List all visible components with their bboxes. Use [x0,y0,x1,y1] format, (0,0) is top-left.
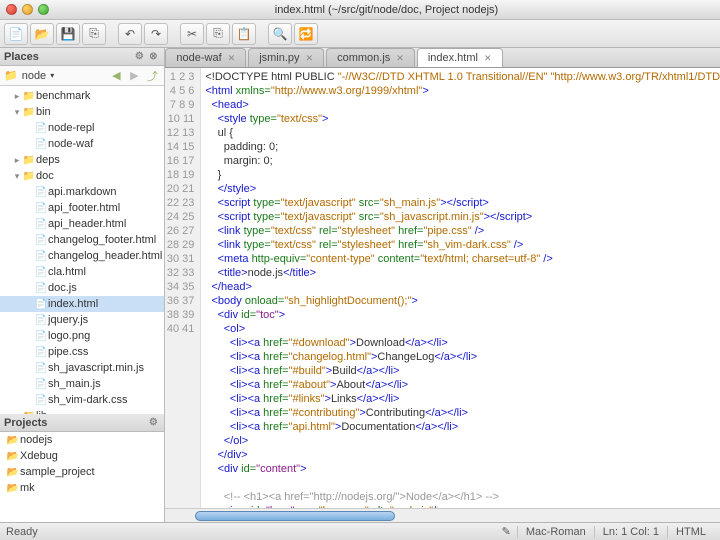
tree-item[interactable]: sh_javascript.min.js [0,360,164,376]
file-tree[interactable]: ▸benchmark▾binnode-replnode-waf▸deps▾doc… [0,86,164,414]
project-item[interactable]: Xdebug [0,448,164,464]
titlebar: index.html (~/src/git/node/doc, Project … [0,0,720,20]
projects-header: Projects ⚙ [0,414,164,432]
close-icon[interactable] [6,4,17,15]
editor: node-waf✕jsmin.py✕common.js✕index.html✕ … [165,48,720,522]
tree-item[interactable]: node-waf [0,136,164,152]
nav-fwd-icon[interactable]: ▶ [126,69,142,82]
editor-tab[interactable]: index.html✕ [417,48,503,67]
editor-tab[interactable]: common.js✕ [326,48,415,67]
editor-tab[interactable]: node-waf✕ [165,48,246,67]
redo-button[interactable]: ↷ [144,23,168,45]
sidebar: Places ⚙ ⊗ 📁 node ▾ ◀ ▶ ⤴ ▸benchmark▾bin… [0,48,165,522]
tree-item[interactable]: changelog_footer.html [0,232,164,248]
toolbar: 📄 📂 💾 ⎘ ↶ ↷ ✂ ⎘ 📋 🔍 🔁 [0,20,720,48]
save-button[interactable]: 💾 [56,23,80,45]
status-lang[interactable]: HTML [667,526,714,538]
projects-list[interactable]: nodejsXdebugsample_projectmk [0,432,164,522]
nav-back-icon[interactable]: ◀ [108,69,124,82]
code-area: 1 2 3 4 5 6 7 8 9 10 11 12 13 14 15 16 1… [165,68,720,508]
tab-close-icon[interactable]: ✕ [396,53,404,64]
tree-item[interactable]: node-repl [0,120,164,136]
tree-item[interactable]: ▸deps [0,152,164,168]
tree-item[interactable]: sh_vim-dark.css [0,392,164,408]
places-label: Places [4,51,39,63]
places-nav: 📁 node ▾ ◀ ▶ ⤴ [0,66,164,86]
gear-icon[interactable]: ⚙ [146,417,160,428]
chevron-down-icon: ▾ [50,71,54,80]
folder-icon: 📁 [4,69,18,82]
project-item[interactable]: mk [0,480,164,496]
tree-item[interactable]: api_footer.html [0,200,164,216]
copy-button[interactable]: ⎘ [206,23,230,45]
tree-item[interactable]: api_header.html [0,216,164,232]
new-file-button[interactable]: 📄 [4,23,28,45]
status-position: Ln: 1 Col: 1 [594,526,667,538]
tree-item[interactable]: ▾bin [0,104,164,120]
minimize-icon[interactable] [22,4,33,15]
status-ready: Ready [6,526,38,538]
status-encoding[interactable]: Mac-Roman [517,526,594,538]
tab-close-icon[interactable]: ✕ [306,53,314,64]
editor-tab[interactable]: jsmin.py✕ [248,48,324,67]
editor-tabs: node-waf✕jsmin.py✕common.js✕index.html✕ [165,48,720,68]
tree-item[interactable]: api.markdown [0,184,164,200]
tree-item[interactable]: pipe.css [0,344,164,360]
open-button[interactable]: 📂 [30,23,54,45]
window-controls [6,4,49,15]
insert-mode-icon[interactable]: ✎ [496,525,517,538]
zoom-icon[interactable] [38,4,49,15]
places-header: Places ⚙ ⊗ [0,48,164,66]
paste-button[interactable]: 📋 [232,23,256,45]
replace-button[interactable]: 🔁 [294,23,318,45]
tree-item[interactable]: jquery.js [0,312,164,328]
find-button[interactable]: 🔍 [268,23,292,45]
tree-item[interactable]: ▾doc [0,168,164,184]
line-gutter: 1 2 3 4 5 6 7 8 9 10 11 12 13 14 15 16 1… [165,68,201,508]
scrollbar-thumb[interactable] [195,511,395,521]
tree-item[interactable]: logo.png [0,328,164,344]
project-item[interactable]: sample_project [0,464,164,480]
status-bar: Ready ✎ Mac-Roman Ln: 1 Col: 1 HTML [0,522,720,540]
tree-item[interactable]: changelog_header.html [0,248,164,264]
tree-item[interactable]: doc.js [0,280,164,296]
undo-button[interactable]: ↶ [118,23,142,45]
close-panel-icon[interactable]: ⊗ [146,51,160,62]
tree-item[interactable]: sh_main.js [0,376,164,392]
folder-label: node [22,70,46,82]
window-title: index.html (~/src/git/node/doc, Project … [59,4,714,16]
projects-label: Projects [4,417,47,429]
tree-item[interactable]: cla.html [0,264,164,280]
tree-item[interactable]: ▸benchmark [0,88,164,104]
code-text[interactable]: <!DOCTYPE html PUBLIC "-//W3C//DTD XHTML… [201,68,720,508]
tab-close-icon[interactable]: ✕ [484,53,492,64]
cut-button[interactable]: ✂ [180,23,204,45]
project-item[interactable]: nodejs [0,432,164,448]
current-folder[interactable]: 📁 node ▾ [4,69,106,82]
tree-item[interactable]: index.html [0,296,164,312]
save-all-button[interactable]: ⎘ [82,23,106,45]
scrollbar-horizontal[interactable] [165,508,720,522]
gear-icon[interactable]: ⚙ [132,51,146,62]
nav-up-icon[interactable]: ⤴ [144,68,160,84]
tab-close-icon[interactable]: ✕ [228,53,236,64]
